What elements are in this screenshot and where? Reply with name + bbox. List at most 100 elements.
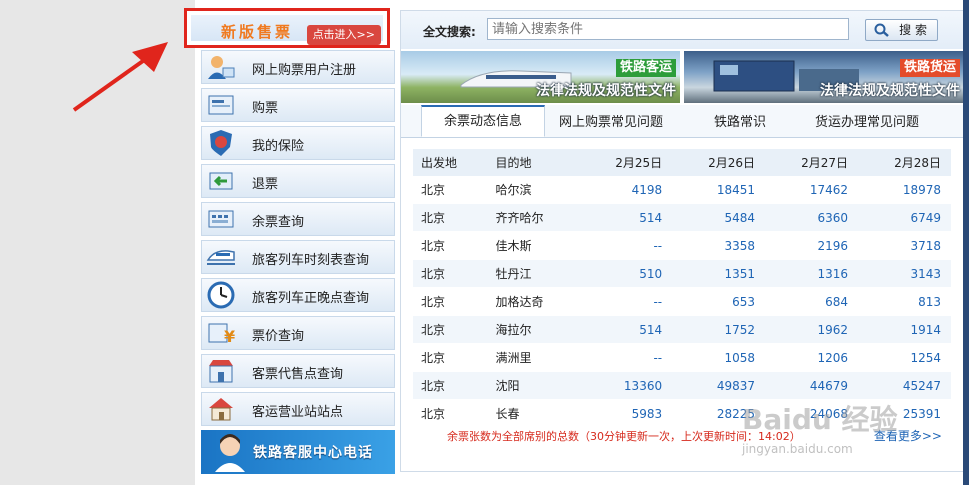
- freight-tag: 铁路货运: [899, 59, 960, 77]
- sidebar-item-9[interactable]: 客运营业站站点: [201, 392, 395, 426]
- ticket-count-cell[interactable]: 1254: [858, 343, 951, 372]
- ticket-count-cell[interactable]: 3358: [672, 231, 766, 260]
- station-cell: 长春: [487, 399, 580, 428]
- sidebar-item-label: 退票: [252, 177, 279, 192]
- sidebar-item-0[interactable]: 网上购票用户注册: [201, 50, 395, 84]
- ticket-count-cell[interactable]: 514: [579, 315, 673, 344]
- clock-icon: [206, 281, 236, 309]
- station-cell: 北京: [413, 399, 488, 428]
- ticket-count-cell[interactable]: 2196: [765, 231, 859, 260]
- ticket-count-cell[interactable]: --: [579, 343, 673, 372]
- ticket-count-cell[interactable]: 4198: [579, 176, 673, 204]
- ticket-count-cell[interactable]: 49837: [672, 371, 766, 400]
- table-row: 北京 佳木斯 -- 3358 2196 3718: [413, 231, 951, 260]
- insurance-shield-icon: [206, 130, 236, 156]
- sidebar-item-2[interactable]: 我的保险: [201, 126, 395, 160]
- station-cell: 北京: [413, 176, 488, 204]
- ticket-count-cell[interactable]: 1752: [672, 315, 766, 344]
- ticket-count-cell[interactable]: 1351: [672, 259, 766, 288]
- ticket-count-cell[interactable]: 5484: [672, 203, 766, 232]
- table-row: 北京 齐齐哈尔 514 5484 6360 6749: [413, 203, 951, 232]
- ticket-icon: [206, 92, 236, 118]
- refund-arrow-icon: [206, 168, 236, 194]
- tab-online-faq[interactable]: 网上购票常见问题: [559, 111, 663, 130]
- right-edge-strip: [963, 0, 969, 485]
- ticket-count-cell[interactable]: 3143: [858, 259, 951, 288]
- column-header: 目的地: [487, 149, 580, 176]
- ticket-count-cell[interactable]: 684: [765, 287, 859, 316]
- ticket-count-cell[interactable]: 18451: [672, 176, 766, 204]
- sidebar-item-7[interactable]: ¥ 票价查询: [201, 316, 395, 350]
- column-header: 2月25日: [579, 149, 673, 176]
- station-cell: 北京: [413, 203, 488, 232]
- station-cell: 海拉尔: [487, 315, 580, 344]
- new-version-ticket-banner[interactable]: 新版售票 点击进入>>: [184, 8, 390, 48]
- ticket-count-cell[interactable]: 813: [858, 287, 951, 316]
- station-cell: 北京: [413, 315, 488, 344]
- sidebar-item-6[interactable]: 旅客列车正晚点查询: [201, 278, 395, 312]
- ticket-count-cell[interactable]: --: [579, 231, 673, 260]
- annotation-arrow-icon: [72, 42, 168, 112]
- sidebar-item-label: 网上购票用户注册: [252, 63, 357, 78]
- ticket-count-cell[interactable]: 13360: [579, 371, 673, 400]
- station-cell: 哈尔滨: [487, 176, 580, 204]
- station-cell: 北京: [413, 343, 488, 372]
- column-header: 2月27日: [765, 149, 859, 176]
- ticket-count-cell[interactable]: 44679: [765, 371, 859, 400]
- new-version-title: 新版售票: [221, 23, 294, 41]
- hotline-label: 铁路客服中心电话: [253, 445, 373, 461]
- train-icon: [206, 244, 236, 270]
- ticket-count-cell[interactable]: 1914: [858, 315, 951, 344]
- sidebar-item-5[interactable]: 旅客列车时刻表查询: [201, 240, 395, 274]
- column-header: 2月26日: [672, 149, 766, 176]
- search-button[interactable]: 搜 索: [865, 19, 938, 41]
- ticket-count-cell[interactable]: 1316: [765, 259, 859, 288]
- ticket-count-cell[interactable]: 653: [672, 287, 766, 316]
- sidebar-item-3[interactable]: 退票: [201, 164, 395, 198]
- ticket-count-cell[interactable]: 45247: [858, 371, 951, 400]
- station-cell: 加格达奇: [487, 287, 580, 316]
- tab-railway-knowledge[interactable]: 铁路常识: [714, 111, 766, 130]
- ticket-count-cell[interactable]: 1206: [765, 343, 859, 372]
- station-cell: 齐齐哈尔: [487, 203, 580, 232]
- sidebar-item-1[interactable]: 购票: [201, 88, 395, 122]
- user-register-icon: [206, 54, 236, 80]
- search-icon: [874, 23, 889, 37]
- search-input[interactable]: [487, 18, 849, 40]
- sidebar-item-label: 票价查询: [252, 329, 305, 344]
- passenger-law-label: 法律法规及规范性文件: [536, 83, 676, 99]
- tab-freight-faq[interactable]: 货运办理常见问题: [815, 111, 919, 130]
- column-header: 出发地: [413, 149, 488, 176]
- shop-icon: [206, 358, 236, 384]
- enter-new-version-button[interactable]: 点击进入>>: [306, 25, 381, 45]
- station-cell: 满洲里: [487, 343, 580, 372]
- freight-law-banner[interactable]: 铁路货运 法律法规及规范性文件: [684, 51, 964, 103]
- table-row: 北京 牡丹江 510 1351 1316 3143: [413, 259, 951, 288]
- station-cell: 北京: [413, 231, 488, 260]
- ticket-count-cell[interactable]: 510: [579, 259, 673, 288]
- search-bar: 全文搜索: 搜 索: [401, 11, 964, 49]
- price-icon: ¥: [206, 320, 236, 346]
- tab-remaining-tickets[interactable]: 余票动态信息: [421, 105, 546, 137]
- hotline-banner[interactable]: 铁路客服中心电话: [201, 430, 395, 474]
- ticket-count-cell[interactable]: 514: [579, 203, 673, 232]
- sidebar-item-label: 余票查询: [252, 215, 305, 230]
- ticket-count-cell[interactable]: 3718: [858, 231, 951, 260]
- passenger-law-banner[interactable]: 铁路客运 法律法规及规范性文件: [401, 51, 680, 103]
- ticket-count-cell[interactable]: 17462: [765, 176, 859, 204]
- sidebar-item-8[interactable]: 客票代售点查询: [201, 354, 395, 388]
- ticket-count-cell[interactable]: 6360: [765, 203, 859, 232]
- watermark-sub: jingyan.baidu.com: [742, 442, 853, 456]
- ticket-count-cell[interactable]: 1058: [672, 343, 766, 372]
- ticket-count-cell[interactable]: 18978: [858, 176, 951, 204]
- station-cell: 北京: [413, 287, 488, 316]
- ticket-count-cell[interactable]: 1962: [765, 315, 859, 344]
- ticket-count-cell[interactable]: 6749: [858, 203, 951, 232]
- ticket-count-cell[interactable]: --: [579, 287, 673, 316]
- passenger-tag: 铁路客运: [615, 59, 676, 77]
- column-header: 2月28日: [858, 149, 951, 176]
- sidebar-item-label: 客运营业站站点: [252, 405, 344, 420]
- table-row: 北京 哈尔滨 4198 18451 17462 18978: [413, 176, 951, 204]
- ticket-count-cell[interactable]: 5983: [579, 399, 673, 428]
- sidebar-item-4[interactable]: 余票查询: [201, 202, 395, 236]
